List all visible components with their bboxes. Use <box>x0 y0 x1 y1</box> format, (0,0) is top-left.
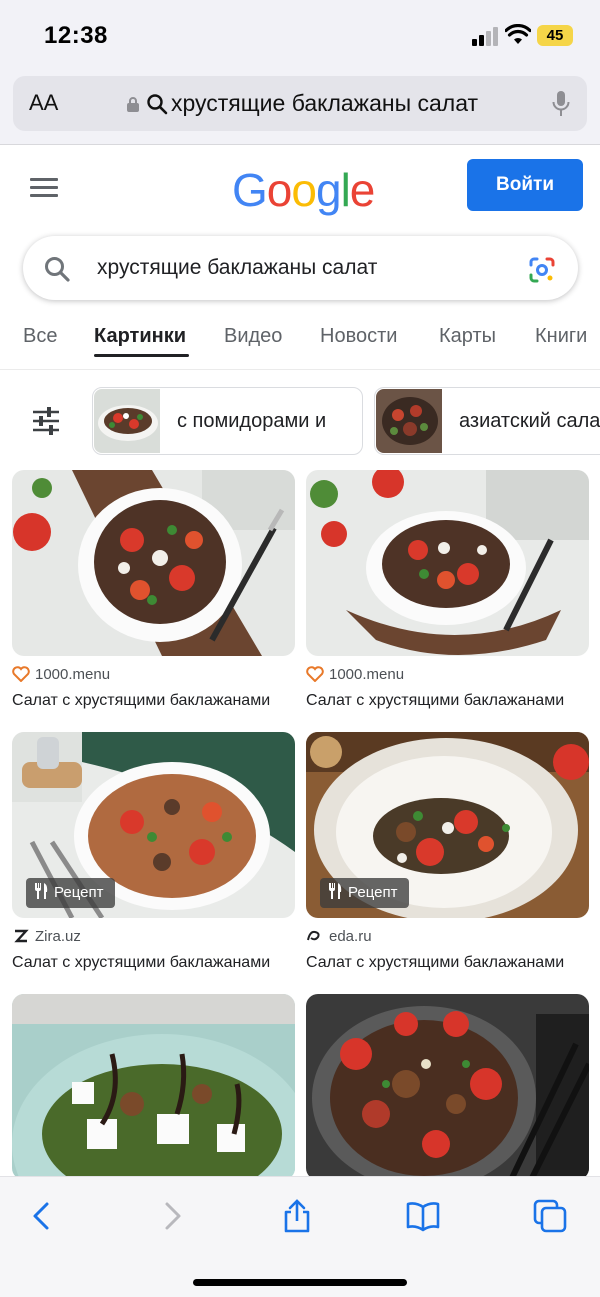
chip-label: азиатский салат <box>459 410 600 432</box>
cellular-signal-icon <box>472 26 500 46</box>
search-tabs: Все Картинки Видео Новости Карты Книги <box>0 318 600 370</box>
tab-maps[interactable]: Карты <box>439 325 496 348</box>
result-title[interactable]: Салат с хрустящими баклажанами <box>12 954 295 972</box>
address-text[interactable]: хрустящие баклажаны салат <box>171 90 478 117</box>
eda-logo-icon <box>307 930 320 941</box>
status-time: 12:38 <box>44 22 108 49</box>
forward-icon[interactable] <box>155 1199 189 1233</box>
result-title[interactable]: Салат с хрустящими баклажанами <box>306 692 589 710</box>
chip-label: с помидорами и <box>177 410 327 432</box>
result-source: 1000.menu <box>306 666 404 683</box>
address-bar[interactable]: AA хрустящие баклажаны салат <box>13 76 587 131</box>
battery-indicator: 45 <box>537 25 573 46</box>
active-tab-indicator <box>94 354 189 357</box>
microphone-icon[interactable] <box>551 90 571 118</box>
search-icon <box>147 94 168 115</box>
result-title[interactable]: Салат с хрустящими баклажанами <box>12 692 295 710</box>
google-lens-icon[interactable] <box>528 256 556 284</box>
bookmarks-icon[interactable] <box>406 1199 440 1233</box>
result-title[interactable]: Салат с хрустящими баклажанами <box>306 954 589 972</box>
heart-icon <box>306 666 324 682</box>
tab-videos[interactable]: Видео <box>224 325 282 348</box>
tab-images[interactable]: Картинки <box>94 325 186 348</box>
result-image[interactable] <box>12 994 295 1180</box>
related-search-chip[interactable]: с помидорами и <box>92 387 363 455</box>
tabs-icon[interactable] <box>533 1199 567 1233</box>
recipe-badge: Рецепт <box>320 878 410 908</box>
text-size-button[interactable]: AA <box>29 90 58 116</box>
tab-news[interactable]: Новости <box>320 325 397 348</box>
search-icon <box>45 257 70 282</box>
lock-icon <box>127 97 139 112</box>
status-bar: 12:38 45 <box>0 0 600 70</box>
heart-icon <box>12 666 30 682</box>
result-source: 1000.menu <box>12 666 110 683</box>
sign-in-button[interactable]: Войти <box>467 159 583 211</box>
result-image[interactable] <box>306 470 589 656</box>
share-icon[interactable] <box>280 1199 314 1233</box>
google-logo[interactable]: Google <box>232 163 375 217</box>
z-logo-icon <box>14 929 29 943</box>
main-menu-button[interactable] <box>30 178 58 198</box>
search-box[interactable]: хрустящие баклажаны салат <box>23 236 578 300</box>
result-source: Zira.uz <box>12 928 81 945</box>
tab-books[interactable]: Книги <box>535 325 587 348</box>
related-search-chip[interactable]: азиатский салат <box>374 387 600 455</box>
filter-settings-icon[interactable] <box>31 407 61 435</box>
chip-thumbnail-image <box>94 389 160 453</box>
tab-all[interactable]: Все <box>23 325 57 348</box>
fork-knife-icon <box>329 883 342 899</box>
fork-knife-icon <box>35 883 48 899</box>
recipe-badge: Рецепт <box>26 878 116 908</box>
back-icon[interactable] <box>25 1199 59 1233</box>
result-image[interactable] <box>12 470 295 656</box>
search-input[interactable]: хрустящие баклажаны салат <box>97 256 377 280</box>
result-image[interactable] <box>306 994 589 1180</box>
chip-thumbnail-image <box>376 389 442 453</box>
browser-address-area: AA хрустящие баклажаны салат <box>0 70 600 145</box>
wifi-icon <box>505 24 531 44</box>
result-source: eda.ru <box>306 928 372 945</box>
home-indicator[interactable] <box>193 1279 407 1286</box>
